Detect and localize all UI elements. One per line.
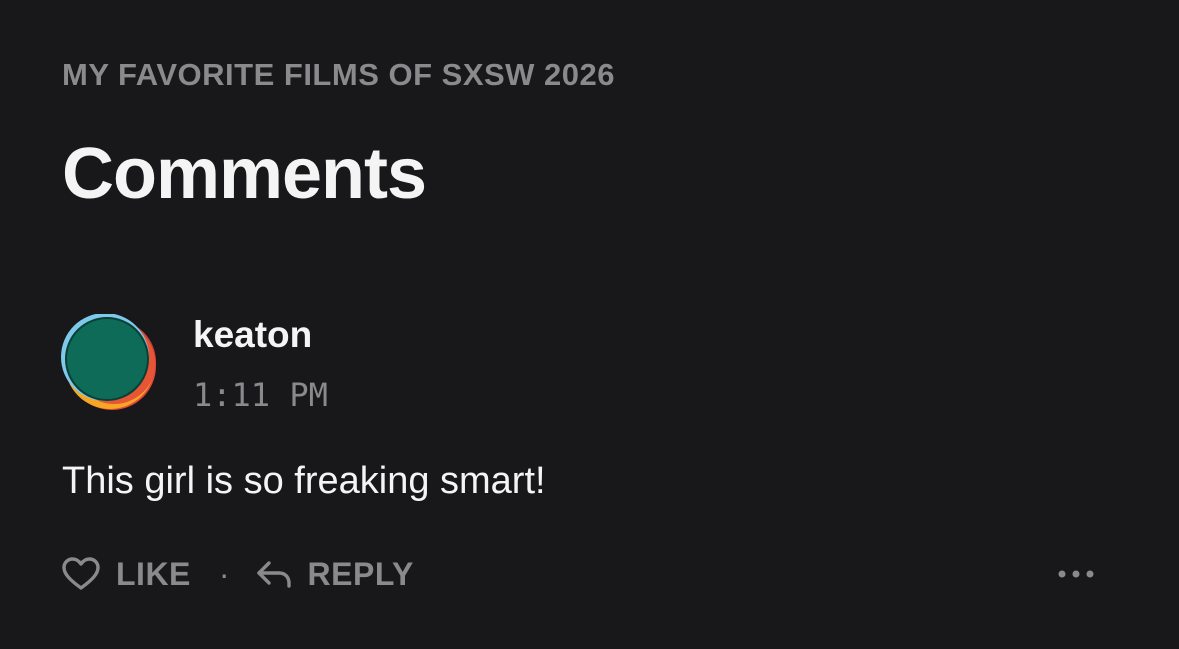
- like-label: LIKE: [116, 555, 191, 592]
- reply-label: REPLY: [307, 555, 414, 592]
- action-separator: ·: [218, 555, 230, 592]
- reply-arrow-icon: [256, 559, 292, 589]
- comment-actions: LIKE · REPLY: [62, 553, 414, 595]
- more-options-button[interactable]: [1054, 560, 1098, 588]
- comment-username[interactable]: keaton: [193, 314, 312, 356]
- comment-text: This girl is so freaking smart!: [62, 460, 546, 502]
- avatar-image: [61, 313, 156, 410]
- reply-button[interactable]: REPLY: [256, 556, 414, 593]
- heart-outline-icon: [62, 557, 100, 591]
- list-title: MY FAVORITE FILMS OF SXSW 2026: [62, 57, 616, 92]
- avatar[interactable]: [60, 313, 158, 412]
- more-horizontal-icon: [1058, 565, 1094, 583]
- comment-timestamp: 1:11 PM: [193, 376, 328, 414]
- page-title: Comments: [62, 134, 427, 214]
- like-button[interactable]: LIKE: [62, 556, 191, 593]
